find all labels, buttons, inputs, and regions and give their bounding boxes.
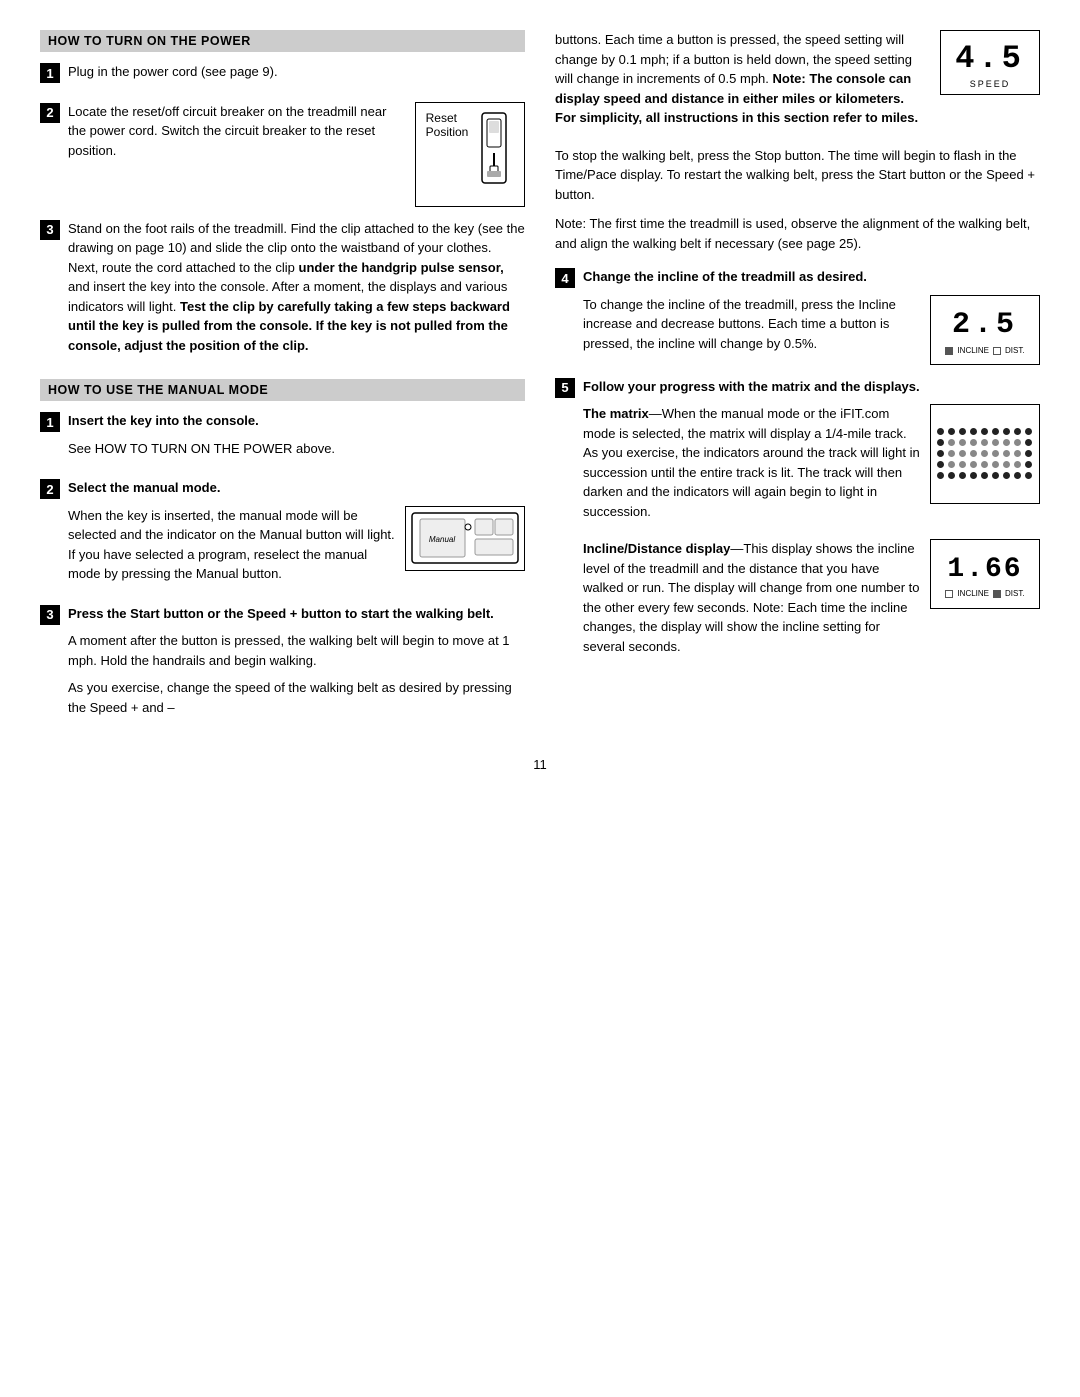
step-2-content: Locate the reset/off circuit breaker on … xyxy=(68,102,525,207)
speed-digit: 4.5 xyxy=(947,34,1033,79)
incline-indicator xyxy=(945,347,953,355)
manual-step-3-label: Press the Start button or the Speed + bu… xyxy=(68,604,525,624)
manual-step-2-content: Select the manual mode. When the key is … xyxy=(68,478,525,592)
step-4: 4 Change the incline of the treadmill as… xyxy=(555,267,1040,365)
incline-dist-para: Incline/Distance display—This display sh… xyxy=(583,539,920,656)
manual-button-image: Manual xyxy=(405,506,525,571)
step-num-1: 1 xyxy=(40,63,60,83)
step-3-content: Stand on the foot rails of the treadmill… xyxy=(68,219,525,364)
step-num-5: 5 xyxy=(555,378,575,398)
step-2-text: Locate the reset/off circuit breaker on … xyxy=(68,102,405,169)
matrix-text: The matrix—When the manual mode or the i… xyxy=(583,404,920,529)
step-2-para: Locate the reset/off circuit breaker on … xyxy=(68,102,405,161)
step-3-bold: under the handgrip pulse sensor, xyxy=(299,260,504,275)
reset-label-2: Position xyxy=(426,125,469,139)
manual-step-1-content: Insert the key into the console. See HOW… xyxy=(68,411,525,466)
dist-indicator xyxy=(993,347,1001,355)
incline-display-step5: 1.66 INCLINE DIST. xyxy=(930,539,1040,609)
step-5: 5 Follow your progress with the matrix a… xyxy=(555,377,1040,665)
dist-label-4: DIST. xyxy=(1005,346,1025,355)
step-3-para: Stand on the foot rails of the treadmill… xyxy=(68,219,525,356)
right-column: buttons. Each time a button is pressed, … xyxy=(555,30,1040,737)
step-2-power: 2 Locate the reset/off circuit breaker o… xyxy=(40,102,525,207)
step-4-para: To change the incline of the treadmill, … xyxy=(583,295,920,354)
left-column: HOW TO TURN ON THE POWER 1 Plug in the p… xyxy=(40,30,525,737)
matrix-image xyxy=(930,404,1040,504)
manual-step-1-text: Insert the key into the console. xyxy=(68,411,525,431)
manual-step-num-2: 2 xyxy=(40,479,60,499)
para1: To stop the walking belt, press the Stop… xyxy=(555,146,1040,205)
incline-footer-4: INCLINE DIST. xyxy=(941,344,1028,357)
section-manual-mode: HOW TO USE THE MANUAL MODE 1 Insert the … xyxy=(40,379,525,725)
incline-label-5: INCLINE xyxy=(957,589,989,598)
step-num-3: 3 xyxy=(40,220,60,240)
incline-digit-4: 2.5 xyxy=(944,302,1026,344)
manual-step-num-1: 1 xyxy=(40,412,60,432)
step-5-label: Follow your progress with the matrix and… xyxy=(583,377,1040,397)
speed-label: SPEED xyxy=(970,79,1011,92)
manual-step-num-3: 3 xyxy=(40,605,60,625)
manual-step-2-text: When the key is inserted, the manual mod… xyxy=(68,506,395,592)
top-section: buttons. Each time a button is pressed, … xyxy=(555,30,1040,136)
manual-step-1: 1 Insert the key into the console. See H… xyxy=(40,411,525,466)
top-text-block: buttons. Each time a button is pressed, … xyxy=(555,30,928,136)
step-1-power: 1 Plug in the power cord (see page 9). xyxy=(40,62,525,90)
manual-step-3-text: A moment after the button is pressed, th… xyxy=(68,631,525,670)
manual-step-2-label: Select the manual mode. xyxy=(68,478,525,498)
reset-position-image: Reset Position xyxy=(415,102,525,207)
incline-dist-text: Incline/Distance display—This display sh… xyxy=(583,539,920,664)
matrix-grid xyxy=(929,420,1042,489)
para2: Note: The first time the treadmill is us… xyxy=(555,214,1040,253)
speed-display-image: 4.5 SPEED xyxy=(940,30,1040,95)
incline-digit-5: 1.66 xyxy=(939,548,1030,587)
svg-text:Manual: Manual xyxy=(429,535,455,544)
step-4-label: Change the incline of the treadmill as d… xyxy=(583,267,1040,287)
step-num-4: 4 xyxy=(555,268,575,288)
reset-label-1: Reset xyxy=(426,111,469,125)
section-header-power: HOW TO TURN ON THE POWER xyxy=(40,30,525,52)
step-5-content: Follow your progress with the matrix and… xyxy=(583,377,1040,665)
manual-step-3-text2: As you exercise, change the speed of the… xyxy=(68,678,525,717)
step-num-2: 2 xyxy=(40,103,60,123)
manual-step-3: 3 Press the Start button or the Speed + … xyxy=(40,604,525,726)
circuit-breaker-drawing xyxy=(474,111,514,186)
manual-step-2: 2 Select the manual mode. When the key i… xyxy=(40,478,525,592)
incline-footer-5: INCLINE DIST. xyxy=(941,587,1028,600)
section-header-manual: HOW TO USE THE MANUAL MODE xyxy=(40,379,525,401)
step-1-content: Plug in the power cord (see page 9). xyxy=(68,62,525,90)
incline-dist-section: Incline/Distance display—This display sh… xyxy=(583,539,1040,664)
step-4-text: To change the incline of the treadmill, … xyxy=(583,295,920,362)
step-4-content: Change the incline of the treadmill as d… xyxy=(583,267,1040,365)
dist-indicator-5 xyxy=(993,590,1001,598)
page-number: 11 xyxy=(40,757,1040,772)
step-3-power: 3 Stand on the foot rails of the treadmi… xyxy=(40,219,525,364)
incline-indicator-5 xyxy=(945,590,953,598)
manual-step-2-para: When the key is inserted, the manual mod… xyxy=(68,506,395,584)
step-1-text: Plug in the power cord (see page 9). xyxy=(68,62,525,82)
dist-label-5: DIST. xyxy=(1005,589,1025,598)
manual-console-svg: Manual xyxy=(410,511,520,566)
incline-display-step4: 2.5 INCLINE DIST. xyxy=(930,295,1040,365)
top-para: buttons. Each time a button is pressed, … xyxy=(555,30,928,128)
matrix-section: The matrix—When the manual mode or the i… xyxy=(583,404,1040,529)
incline-label-4: INCLINE xyxy=(957,346,989,355)
section-how-to-power: HOW TO TURN ON THE POWER 1 Plug in the p… xyxy=(40,30,525,363)
manual-step-3-content: Press the Start button or the Speed + bu… xyxy=(68,604,525,726)
matrix-para: The matrix—When the manual mode or the i… xyxy=(583,404,920,521)
manual-step-1-sub: See HOW TO TURN ON THE POWER above. xyxy=(68,439,525,459)
